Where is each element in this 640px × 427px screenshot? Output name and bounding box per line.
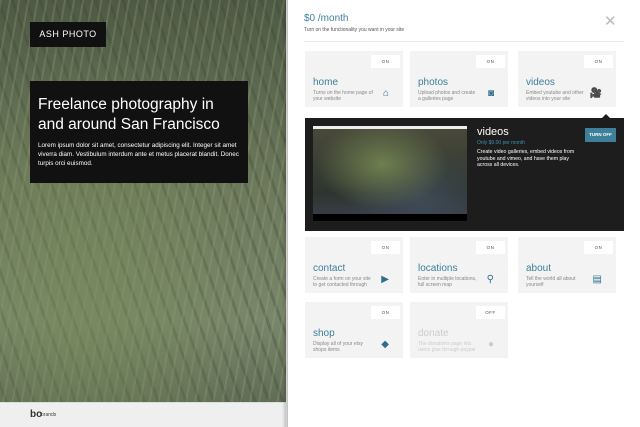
turn-off-button[interactable]: TURN OFF <box>585 128 616 142</box>
video-camera-icon: 🎥 <box>589 88 602 99</box>
toggle-button[interactable]: ON <box>371 241 400 254</box>
close-icon[interactable]: ✕ <box>604 14 617 29</box>
feature-name: videos <box>526 77 555 88</box>
megaphone-icon: ▶ <box>381 274 389 285</box>
footer-bar: bo brands <box>0 402 286 427</box>
hero-box: Freelance photography in and around San … <box>30 81 248 183</box>
feature-tile-locations[interactable]: ON locations Enter in multiple locations… <box>410 237 508 293</box>
notebook-icon: ▤ <box>592 274 602 285</box>
divider <box>304 41 624 42</box>
coin-icon: ● <box>487 339 494 350</box>
toggle-button[interactable]: ON <box>584 241 613 254</box>
feature-tile-home[interactable]: ON home Turns on the home page of your w… <box>305 51 403 107</box>
feature-tile-photos[interactable]: ON photos Upload photos and create a gal… <box>410 51 508 107</box>
feature-tile-about[interactable]: ON about Tell the world all about yourse… <box>518 237 616 293</box>
map-pin-icon: ⚲ <box>486 274 494 285</box>
feature-name: locations <box>418 263 458 274</box>
feature-desc: Turns on the home page of your website <box>313 90 373 102</box>
feature-desc: Enter in multiple locations, full screen… <box>418 276 477 288</box>
feature-name: about <box>526 263 552 274</box>
feature-name: home <box>313 77 339 88</box>
feature-name: contact <box>313 263 346 274</box>
panel-subtitle: Turn on the functionality you want in yo… <box>304 27 405 33</box>
site-preview: ASH PHOTO Freelance photography in and a… <box>0 0 286 427</box>
feature-name: shop <box>313 328 335 339</box>
toggle-button[interactable]: ON <box>476 241 505 254</box>
brands-label[interactable]: brands <box>41 412 56 418</box>
feature-name: donate <box>418 328 449 339</box>
toggle-button[interactable]: ON <box>371 306 400 319</box>
feature-desc: Display all of your etsy shops items <box>313 341 364 353</box>
video-preview[interactable] <box>313 126 467 221</box>
feature-desc: Tell the world all about yourself <box>526 276 576 288</box>
detail-description: Create video galleries, embed videos fro… <box>477 149 575 168</box>
camera-icon: ◙ <box>487 88 494 99</box>
feature-desc: Upload photos and create a galleries pag… <box>418 90 476 102</box>
feature-tile-contact[interactable]: ON contact Create a form on your site to… <box>305 237 403 293</box>
feature-detail-videos: videos Only $0.00 per month Create video… <box>305 114 624 231</box>
toggle-button[interactable]: ON <box>371 55 400 68</box>
price-title: $0 /month <box>304 13 349 24</box>
hero-text: Lorem ipsum dolor sit amet, consectetur … <box>38 142 239 167</box>
toggle-button[interactable]: ON <box>476 55 505 68</box>
tag-icon: ◆ <box>381 339 389 350</box>
site-brand[interactable]: ASH PHOTO <box>30 22 106 47</box>
feature-desc: Create a form on your site to get contac… <box>313 276 371 288</box>
detail-price: Only $0.00 per month <box>477 140 526 146</box>
feature-tile-shop[interactable]: ON shop Display all of your etsy shops i… <box>305 302 403 358</box>
feature-desc: The donations page lets users give throu… <box>418 341 476 353</box>
detail-title: videos <box>477 126 509 138</box>
features-panel: $0 /month Turn on the functionality you … <box>288 0 640 427</box>
feature-tile-videos[interactable]: ON videos Embed youtube and other videos… <box>518 51 616 107</box>
hero-title: Freelance photography in and around San … <box>38 96 220 133</box>
feature-desc: Embed youtube and other videos into your… <box>526 90 584 102</box>
feature-name: photos <box>418 77 449 88</box>
home-icon: ⌂ <box>382 88 389 99</box>
toggle-button[interactable]: ON <box>584 55 613 68</box>
toggle-button[interactable]: OFF <box>476 306 505 319</box>
feature-tile-donate[interactable]: OFF donate The donations page lets users… <box>410 302 508 358</box>
